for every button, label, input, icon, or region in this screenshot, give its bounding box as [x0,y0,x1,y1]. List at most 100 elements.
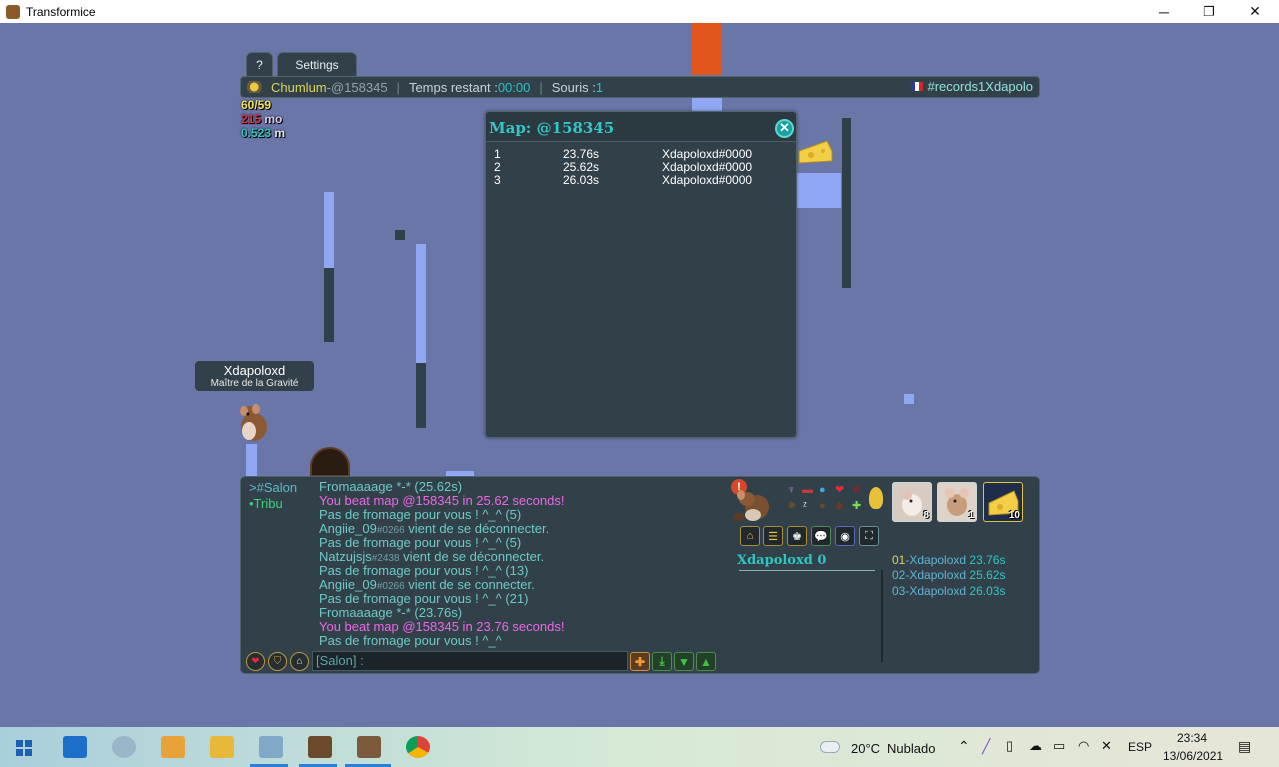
channel-salon-tab[interactable]: >#Salon [249,480,297,495]
ranking-entry[interactable]: 03-Xdapoloxd 26.03s [892,584,1005,598]
chat-username[interactable]: Angiie_09 [319,521,377,536]
white-mouse-avatar-icon[interactable]: 8 [892,482,932,522]
transformice-icon[interactable] [308,736,332,758]
fullscreen-icon[interactable]: ⛶ [859,526,879,546]
player-nametag[interactable]: Xdapoloxd Maître de la Gravité [195,361,314,391]
chat-message: Fromaaaage *-* (23.76s) [319,606,564,620]
cheese-avatar-icon[interactable]: 10 [983,482,1023,522]
pen-icon[interactable]: ╱ [982,738,990,755]
close-window-button[interactable]: ✕ [1232,0,1278,23]
window-titlebar: Transformice ─ ❐ ✕ [0,0,1279,23]
ranking-name: -Xdapoloxd [905,568,967,582]
player-mouse-portrait[interactable] [733,485,773,523]
settings-tab[interactable]: Settings [277,52,357,76]
money-unit: mo [261,112,283,126]
tribe-shield-icon[interactable]: ⛉ [268,652,287,671]
transformice-app-icon [6,4,20,19]
chat-message: Angiie_09#0266 vient de se connecter. [319,577,564,593]
clock-date[interactable]: 13/06/2021 [1163,749,1223,763]
mouse-character-icon[interactable] [232,401,272,445]
bug-icon: ✸ [787,500,797,512]
chat-message-text: You beat map @158345 in 23.76 seconds! [319,619,565,634]
current-player-name[interactable]: Chumlum [271,80,327,95]
chat-bubble-icon[interactable]: 💬 [811,526,831,546]
game-canvas[interactable]: ? Settings Chumlum - @158345 | Temps res… [0,23,1279,727]
media-player-icon[interactable] [161,736,185,758]
light-platform [797,173,841,208]
ranking-time: 26.03s [966,584,1006,598]
chat-username[interactable]: Angiie_09 [319,577,377,592]
chat-input[interactable]: [Salon] : [312,651,628,671]
divider: | [539,79,543,95]
scroll-down-icon[interactable]: ▼ [674,652,694,671]
chat-message-text: Pas de fromage pour vous ! ^_^ [319,633,502,648]
help-tab[interactable]: ? [246,52,273,76]
show-hidden-icons-icon[interactable]: ⌃ [958,738,970,755]
notifications-icon[interactable]: ▤ [1238,738,1251,755]
brown-mouse-avatar-icon[interactable]: 1 [937,482,977,522]
chat-log: Fromaaaage *-* (25.62s) You beat map @15… [319,480,564,648]
chat-message-text: vient de se déconnecter. [399,549,545,564]
house-icon[interactable]: ⌂ [290,652,309,671]
channel-tribu-tab[interactable]: •Tribu [249,496,283,511]
wardrobe-icon[interactable]: ♚ [787,526,807,546]
chrome-icon[interactable] [406,736,430,758]
money-value: 215 [241,112,262,126]
mail-icon[interactable] [63,736,87,758]
volume-muted-icon[interactable]: ✕ [1101,738,1112,754]
ranking-entry[interactable]: 01-Xdapoloxd 23.76s [892,553,1005,567]
list-icon[interactable]: ☰ [763,526,783,546]
onedrive-icon[interactable]: ☁ [1029,738,1042,754]
weather-cloud-icon[interactable] [820,741,840,753]
heart-icon[interactable]: ❤ [246,652,265,671]
discord-icon[interactable]: ◉ [835,526,855,546]
red-platform [692,23,722,75]
chat-message-text: Pas de fromage pour vous ! ^_^ (5) [319,507,522,522]
minimize-button[interactable]: ─ [1141,0,1187,23]
player-name: Xdapoloxd [223,363,286,378]
room-name[interactable]: #records1Xdapolo [911,79,1033,94]
distance-stat: 0.523 m [241,126,285,140]
add-icon[interactable]: ✚ [630,652,650,671]
scroll-bottom-icon[interactable]: ⤓ [652,652,672,671]
map-code[interactable]: @158345 [331,80,388,95]
ranking-entry[interactable]: 02-Xdapoloxd 25.62s [892,568,1005,582]
cheese-icon[interactable] [797,139,833,165]
time-value: 00:00 [497,79,531,95]
records-table: 1 23.76s Xdapoloxd#0000 2 25.62s Xdapolo… [494,148,752,187]
plus-icon: ✚ [852,500,862,512]
mice-label: Souris : [551,79,596,95]
windows-start-icon[interactable] [16,740,32,756]
record-rank: 3 [494,173,501,187]
transformice-active-icon[interactable] [357,736,381,758]
app-icon[interactable] [259,736,283,758]
shop-icon[interactable]: ⌂ [740,526,760,546]
chat-message-text: Fromaaaage *-* (25.62s) [319,479,463,494]
close-map-window-button[interactable]: ✕ [775,119,794,138]
chat-message: You beat map @158345 in 25.62 seconds! [319,494,564,508]
chat-panel: >#Salon •Tribu Fromaaaage *-* (25.62s) Y… [240,476,1040,674]
weather-temp[interactable]: 20°C [851,741,880,756]
map-records-window[interactable]: Map: @158345 ✕ 1 23.76s Xdapoloxd#0000 2… [485,111,797,438]
chat-username[interactable]: Natzujsjs [319,549,372,564]
clock-time[interactable]: 23:34 [1177,731,1207,745]
windows-taskbar: 20°C Nublado ⌃ ╱ ▯ ☁ ▭ ◠ ✕ ESP 23:34 13/… [0,727,1279,767]
maximize-button[interactable]: ❐ [1186,0,1232,23]
cheese-stat: 60/59 [241,98,272,112]
battery-icon[interactable]: ▭ [1053,738,1065,754]
weather-desc[interactable]: Nublado [887,741,935,756]
file-explorer-icon[interactable] [210,736,234,758]
scroll-up-icon[interactable]: ▲ [696,652,716,671]
wifi-icon[interactable]: ◠ [1078,738,1089,754]
dark-platform [416,363,426,428]
device-icon[interactable]: ▯ [1006,738,1013,754]
table-row: 3 26.03s Xdapoloxd#0000 [494,174,752,187]
language-indicator[interactable]: ESP [1128,740,1152,754]
paint-icon[interactable] [112,736,136,758]
ranking-time: 23.76s [966,553,1006,567]
chat-message: Pas de fromage pour vous ! ^_^ [319,634,564,648]
map-window-title: Map: @158345 [489,119,615,137]
ranking-num: 03 [892,584,906,598]
gravity-icon: ♆ [787,484,796,496]
mouse-hole-icon [310,447,350,477]
